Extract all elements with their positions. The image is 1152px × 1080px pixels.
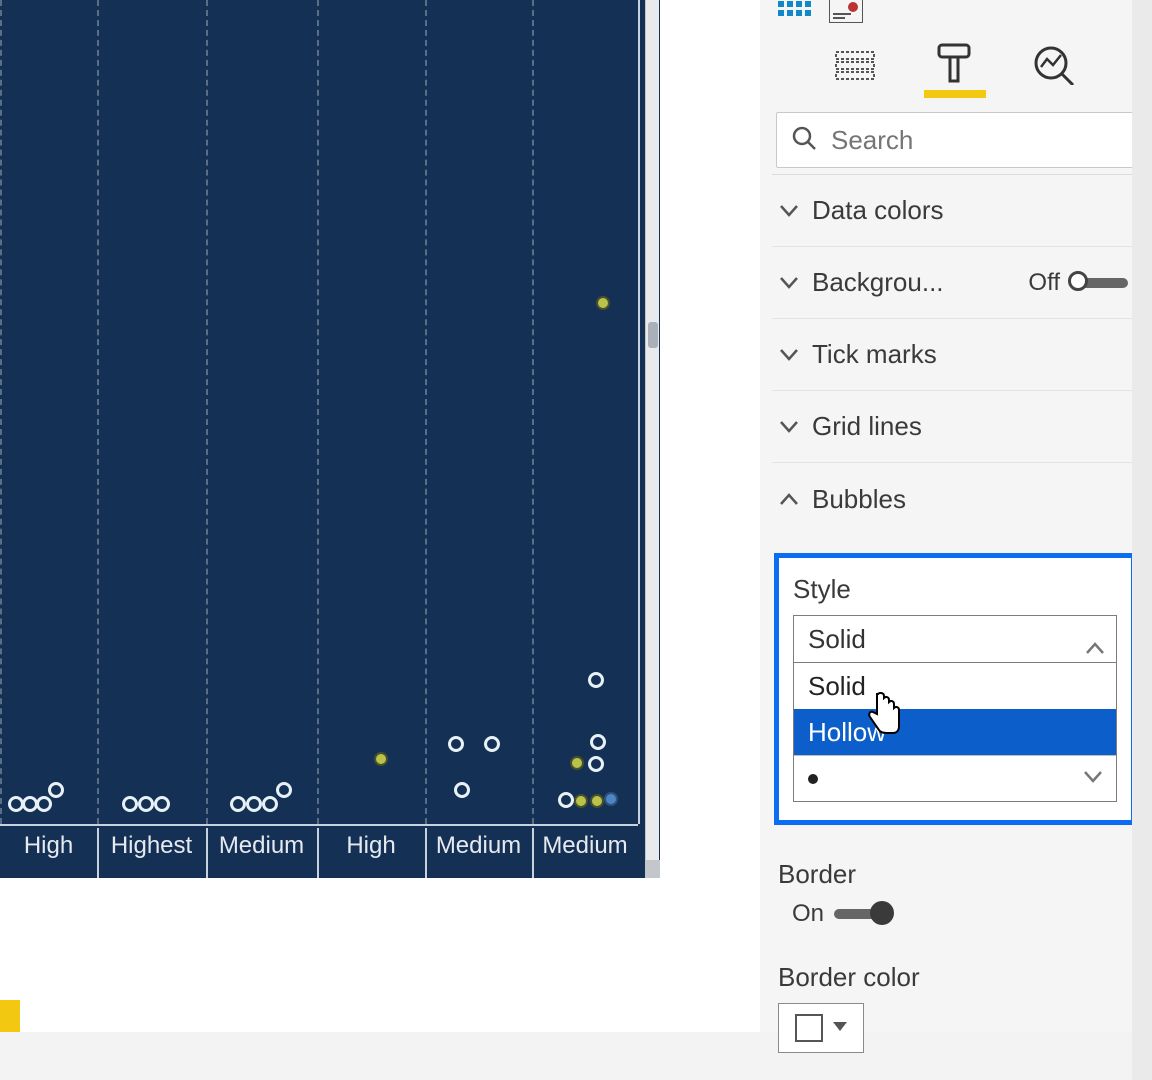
data-point[interactable] [448, 736, 464, 752]
data-point[interactable] [48, 782, 64, 798]
data-point[interactable] [590, 794, 604, 808]
caret-down-icon [833, 1019, 847, 1037]
format-search[interactable] [776, 112, 1134, 168]
data-point[interactable] [276, 782, 292, 798]
data-point[interactable] [122, 796, 138, 812]
chart-scrollbar[interactable] [645, 0, 659, 878]
x-axis-label: Medium [425, 832, 532, 860]
fields-tab-icon[interactable] [832, 42, 878, 88]
gridline [97, 0, 99, 824]
report-canvas[interactable]: High Highest Medium High Medium Medium [0, 0, 700, 1032]
page-tab-indicator[interactable] [0, 1000, 20, 1032]
gridline [425, 0, 427, 824]
chevron-down-icon [778, 272, 800, 294]
gridline [317, 0, 319, 824]
data-point[interactable] [246, 796, 262, 812]
viz-type-matrix-icon[interactable] [776, 0, 816, 22]
chart-scrollbar-stop [646, 860, 660, 878]
plot-right-edge [638, 0, 640, 824]
gridline [532, 0, 534, 824]
background-toggle[interactable]: Off [1028, 269, 1128, 297]
format-tab-icon[interactable] [932, 42, 978, 88]
data-point[interactable] [570, 756, 584, 770]
scatter-chart[interactable]: High Highest Medium High Medium Medium [0, 0, 660, 878]
viz-type-r-icon[interactable] [826, 0, 866, 22]
data-point[interactable] [588, 756, 604, 772]
visualizations-format-pane: Data colors Backgrou... Off Tick marks G… [760, 0, 1152, 1032]
color-swatch [795, 1014, 823, 1042]
section-background[interactable]: Backgrou... Off [772, 247, 1138, 319]
data-point[interactable] [154, 796, 170, 812]
section-label: Grid lines [812, 411, 1128, 442]
bubbles-style-group: Style Solid Solid Hollow [774, 553, 1136, 825]
x-axis [0, 824, 638, 826]
border-toggle[interactable]: On [792, 900, 892, 928]
marker-preview-dot [808, 774, 818, 784]
chevron-down-icon [778, 416, 800, 438]
search-icon [791, 125, 817, 156]
gridline [206, 0, 208, 824]
style-dropdown-value: Solid [808, 624, 866, 655]
chevron-down-icon [778, 344, 800, 366]
x-axis-label: High [317, 832, 425, 860]
section-label: Backgrou... [812, 267, 1016, 298]
chevron-up-icon [778, 488, 800, 510]
chevron-up-icon [1086, 630, 1104, 661]
style-dropdown-footer[interactable] [794, 755, 1116, 801]
data-point[interactable] [262, 796, 278, 812]
data-point[interactable] [588, 672, 604, 688]
section-label: Data colors [812, 195, 1128, 226]
data-point[interactable] [138, 796, 154, 812]
border-color-picker[interactable] [778, 1003, 864, 1053]
analytics-tab-icon[interactable] [1032, 42, 1078, 88]
x-axis-label: Highest [97, 832, 206, 860]
style-option-hollow[interactable]: Hollow [794, 709, 1116, 755]
section-data-colors[interactable]: Data colors [772, 175, 1138, 247]
style-label: Style [793, 574, 1117, 605]
x-axis-label: Medium [206, 832, 317, 860]
data-point[interactable] [374, 752, 388, 766]
border-label: Border [778, 859, 1138, 890]
data-point[interactable] [574, 794, 588, 808]
data-point[interactable] [484, 736, 500, 752]
section-grid-lines[interactable]: Grid lines [772, 391, 1138, 463]
data-point[interactable] [590, 734, 606, 750]
canvas-padding [700, 0, 760, 1032]
x-axis-label: Medium [532, 832, 638, 860]
section-label: Bubbles [812, 484, 1128, 515]
style-dropdown-list: Solid Hollow [793, 663, 1117, 802]
section-bubbles[interactable]: Bubbles [772, 463, 1138, 535]
border-color-label: Border color [778, 962, 1138, 993]
style-option-solid[interactable]: Solid [794, 663, 1116, 709]
chart-scrollbar-thumb[interactable] [648, 322, 658, 348]
chevron-down-icon [1084, 770, 1102, 788]
gridline [0, 0, 2, 824]
x-axis-label: High [0, 832, 97, 860]
format-search-input[interactable] [831, 125, 1119, 156]
section-tick-marks[interactable]: Tick marks [772, 319, 1138, 391]
data-point[interactable] [454, 782, 470, 798]
active-tab-indicator [924, 90, 986, 98]
window-scrollbar[interactable] [1132, 0, 1152, 1080]
toggle-state-label: Off [1028, 269, 1060, 297]
data-point[interactable] [36, 796, 52, 812]
data-point[interactable] [558, 792, 574, 808]
chevron-down-icon [778, 200, 800, 222]
data-point[interactable] [596, 296, 610, 310]
toggle-state-label: On [792, 900, 824, 928]
section-label: Tick marks [812, 339, 1128, 370]
data-point[interactable] [604, 792, 618, 806]
data-point[interactable] [230, 796, 246, 812]
style-dropdown[interactable]: Solid [793, 615, 1117, 663]
